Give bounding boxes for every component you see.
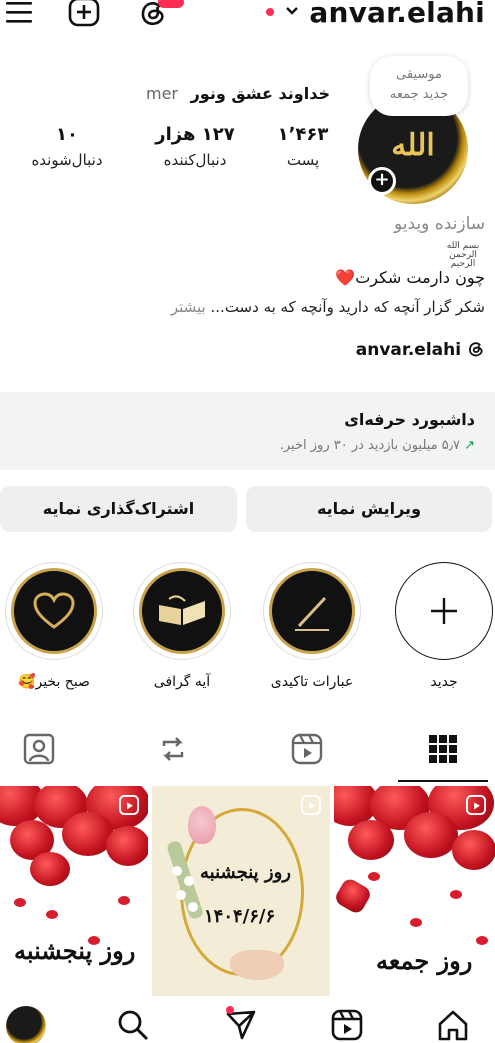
bottom-navigation — [0, 996, 495, 1043]
unread-dot — [266, 8, 274, 16]
note-line-1: موسیقی — [396, 67, 442, 82]
profile-category: سازنده ویدیو — [394, 214, 485, 234]
post-thumbnail-2[interactable]: روز پنجشنبه ۱۴۰۴/۶/۶ — [152, 786, 330, 996]
tagged-icon[interactable] — [22, 732, 56, 766]
profile-content-tabs — [0, 714, 495, 784]
post-3-caption: روز جمعه — [376, 946, 473, 975]
stat-followers-value: ۱۲۷ هزار — [155, 124, 235, 145]
heart-outline-icon — [33, 592, 75, 629]
grid-icon[interactable] — [426, 732, 460, 766]
post-2-date: ۱۴۰۴/۶/۶ — [204, 906, 276, 927]
new-highlight-circle[interactable] — [395, 562, 493, 660]
threads-profile-link[interactable]: anvar.elahi — [356, 340, 485, 360]
professional-dashboard[interactable]: داشبورد حرفه‌ای ↗ ۵٫۷ میلیون بازدید در ۳… — [0, 392, 495, 470]
post-thumbnail-3[interactable]: روز جمعه — [334, 786, 495, 996]
reel-badge-icon — [465, 794, 487, 816]
bio-more-link[interactable]: بیشتر — [171, 298, 206, 316]
messages-badge — [226, 1006, 234, 1014]
bio-line-2[interactable]: شکر گزار آنچه که دارید وآنچه که به دست..… — [171, 298, 485, 316]
profile-nav-avatar[interactable] — [6, 1006, 46, 1043]
reels-nav-icon[interactable] — [330, 1008, 364, 1042]
stat-following[interactable]: ۱۰ دنبال‌شونده — [12, 124, 122, 169]
bismillah-text: بسم الله الرحمن الرحیم — [446, 241, 480, 269]
highlight-affirmations-cover — [269, 568, 355, 654]
plus-icon — [431, 598, 457, 624]
bio-line-1-text: چون دارمت شکرت — [355, 268, 485, 287]
highlight-affirmations-label: عبارات تاکیدی — [270, 674, 354, 690]
edit-profile-button[interactable]: ویرایش نمایه — [246, 486, 492, 532]
highlight-good-morning[interactable]: صبح بخیر🥰 — [4, 562, 104, 690]
highlight-verse-graphy-label: آیه گرافی — [153, 674, 211, 690]
stat-followers[interactable]: ۱۲۷ هزار دنبال‌کننده — [140, 124, 250, 169]
reels-icon[interactable] — [290, 732, 324, 766]
search-icon[interactable] — [116, 1008, 150, 1042]
highlight-verse-graphy-cover — [139, 568, 225, 654]
open-book-icon — [159, 595, 205, 625]
active-tab-indicator — [398, 780, 488, 782]
stat-posts-label: پست — [286, 151, 320, 169]
account-switch-chevron-icon[interactable] — [284, 4, 300, 18]
pen-icon — [295, 596, 329, 631]
stat-posts[interactable]: ۱٬۴۶۳ پست — [248, 124, 358, 169]
home-icon[interactable] — [436, 1008, 470, 1042]
profile-username[interactable]: anvar.elahi — [309, 0, 485, 29]
display-name: خداوند عشق ونور — [190, 84, 330, 103]
reel-badge-icon — [300, 794, 322, 816]
stat-following-label: دنبال‌شونده — [31, 151, 103, 169]
menu-icon[interactable] — [4, 0, 34, 26]
highlight-verse-graphy[interactable]: آیه گرافی — [132, 562, 232, 690]
stat-followers-label: دنبال‌کننده — [163, 151, 227, 169]
top-bar: anvar.elahi — [0, 0, 495, 40]
highlight-affirmations[interactable]: عبارات تاکیدی — [262, 562, 362, 690]
bio-line-2-text: شکر گزار آنچه که دارید وآنچه که به دست..… — [210, 298, 485, 316]
stat-following-value: ۱۰ — [56, 124, 78, 145]
dashboard-title: داشبورد حرفه‌ای — [344, 410, 475, 429]
trend-up-icon: ↗ — [464, 438, 475, 453]
threads-small-icon — [469, 342, 483, 357]
stat-posts-value: ۱٬۴۶۳ — [277, 124, 329, 145]
add-post-icon[interactable] — [68, 0, 100, 28]
profile-note[interactable]: موسیقی جدید جمعه — [370, 56, 468, 116]
reposts-icon[interactable] — [156, 732, 190, 766]
share-profile-button[interactable]: اشتراک‌گذاری نمایه — [0, 486, 237, 532]
dashboard-subtitle: ↗ ۵٫۷ میلیون بازدید در ۳۰ روز اخیر. — [280, 438, 475, 453]
dashboard-subtitle-text: ۵٫۷ میلیون بازدید در ۳۰ روز اخیر. — [279, 438, 460, 453]
highlight-new[interactable]: جدید — [394, 562, 494, 690]
highlight-good-morning-cover — [11, 568, 97, 654]
threads-handle: anvar.elahi — [355, 340, 462, 360]
post-thumbnail-1[interactable]: روز پنجشنبه — [0, 786, 148, 996]
avatar-calligraphy: الله — [391, 128, 435, 163]
bio-line-1: چون دارمت شکرت❤️ — [335, 268, 485, 287]
pronoun: mer — [146, 84, 179, 103]
note-line-2: جدید جمعه — [389, 87, 449, 102]
heart-icon: ❤️ — [335, 268, 356, 287]
post-1-caption: روز پنجشنبه — [14, 936, 136, 965]
highlight-good-morning-label: صبح بخیر🥰 — [18, 674, 90, 690]
highlight-new-label: جدید — [430, 674, 458, 690]
add-story-icon[interactable]: + — [368, 167, 396, 195]
post-2-caption: روز پنجشنبه — [200, 862, 291, 883]
notification-badge — [158, 0, 184, 8]
reel-badge-icon — [118, 794, 140, 816]
